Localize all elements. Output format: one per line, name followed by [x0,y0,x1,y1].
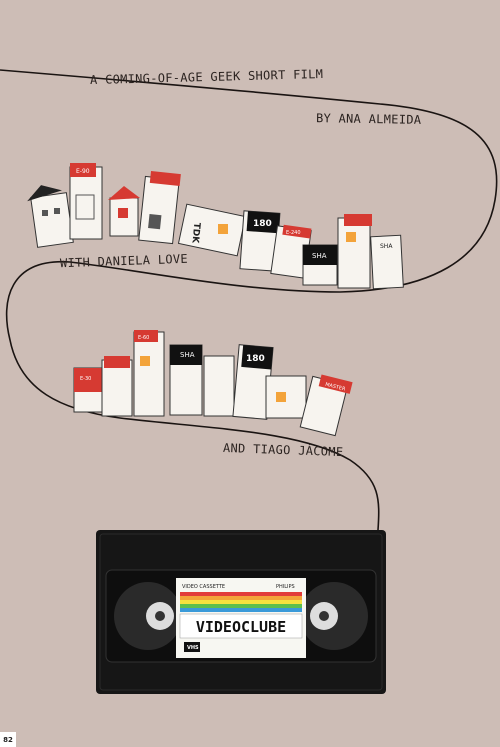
house [108,186,140,237]
vhs-cassette: VIDEO CASSETTE PHILIPS VIDEOCLUBE VHS [96,530,386,694]
right-reel [300,582,368,650]
page-number: 82 [0,732,16,747]
label-stripe [180,596,302,600]
house: TDK [177,203,247,257]
cassette-label: VIDEO CASSETTE PHILIPS VIDEOCLUBE VHS [176,578,306,658]
rainbow-stripes [180,592,302,612]
left-reel [114,582,182,650]
house: SHA [169,344,203,416]
label-header: VIDEO CASSETTE [182,584,225,590]
label-stripe [180,608,302,612]
house-label: 180 [246,354,265,364]
tape-title: VIDEOCLUBE [196,618,286,636]
house-label: E-90 [76,168,90,175]
house [138,170,181,245]
house: E-90 [69,163,103,240]
house-label: SHA [180,351,195,359]
house-label: E-30 [80,376,91,382]
house [27,185,74,248]
house: SHA [302,244,338,286]
label-stripe [180,600,302,604]
house [203,355,235,417]
house-label: 180 [253,219,272,229]
label-stripe [180,604,302,608]
house-label: SHA [312,252,327,260]
house [337,214,372,289]
house-label: E-60 [138,335,149,341]
movie-poster: A COMING-OF-AGE GEEK SHORT FILM BY ANA A… [0,0,500,747]
house-label: TDK [189,222,201,244]
house: MASTER [299,374,353,437]
house: SHA [370,234,404,290]
house: E-30 [73,367,103,413]
house-label: SHA [380,243,393,250]
house: E-60 [133,330,165,417]
house [101,356,133,417]
house-label: E-240 [286,230,301,236]
vhs-logo: VHS [187,645,199,651]
house [265,375,307,419]
brand-name: PHILIPS [276,584,295,590]
label-stripe [180,592,302,596]
